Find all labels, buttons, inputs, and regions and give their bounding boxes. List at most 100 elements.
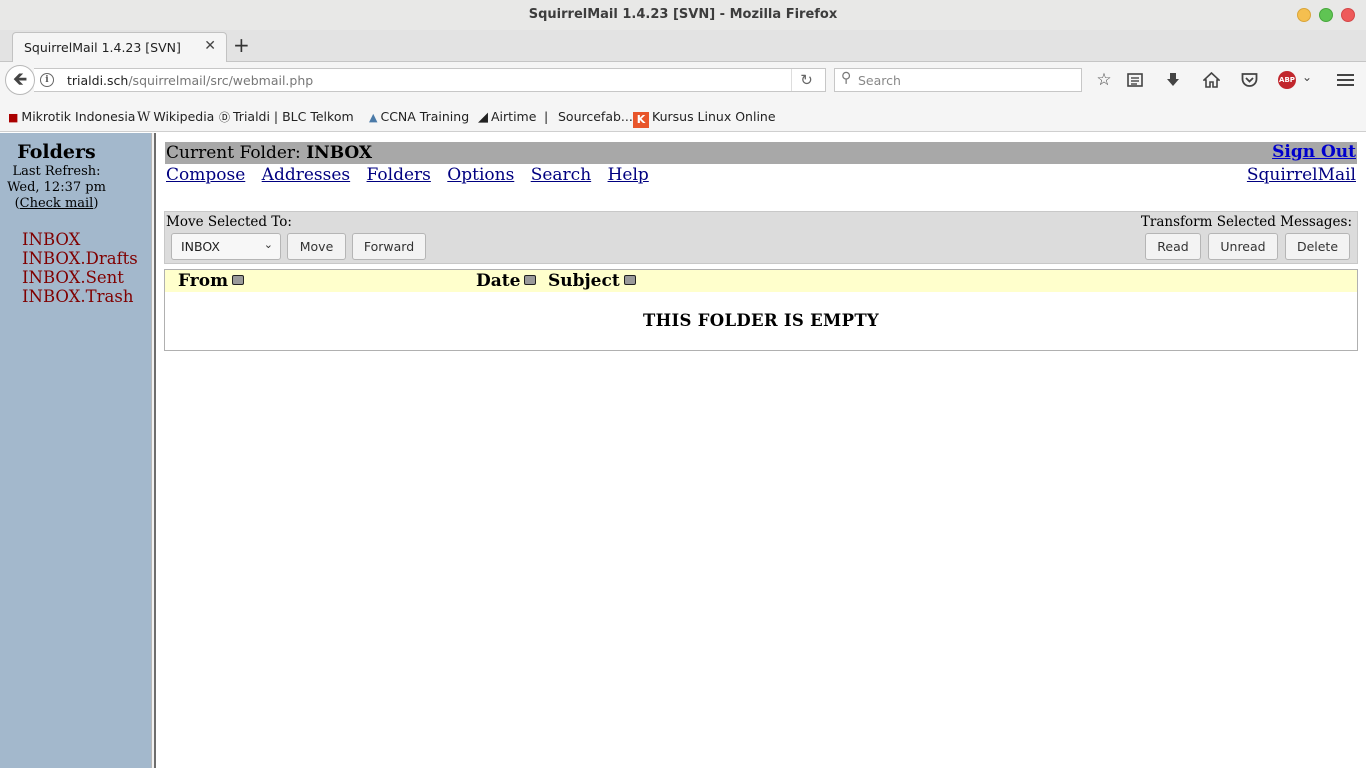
transform-selected-label: Transform Selected Messages: <box>1140 214 1352 230</box>
folder-drafts[interactable]: INBOX.Drafts <box>22 249 138 268</box>
bookmark-star-icon[interactable]: ☆ <box>1093 69 1115 91</box>
current-folder-bar: Current Folder: INBOX Sign Out <box>165 142 1357 164</box>
column-subject: Subject <box>548 271 636 291</box>
sort-icon[interactable] <box>524 275 537 285</box>
info-icon[interactable]: i <box>40 73 54 87</box>
options-link[interactable]: Options <box>447 165 514 185</box>
new-tab-button[interactable]: + <box>233 33 250 57</box>
move-selected-label: Move Selected To: <box>166 214 292 230</box>
folders-link[interactable]: Folders <box>367 165 431 185</box>
reading-list-icon[interactable] <box>1124 69 1146 91</box>
search-bar[interactable]: ⚲ <box>834 68 1082 92</box>
current-folder-name: INBOX <box>306 143 373 163</box>
url-text[interactable]: trialdi.sch/squirrelmail/src/webmail.php <box>67 73 313 88</box>
trialdi-icon: Ⓓ <box>219 111 230 124</box>
bookmarks-toolbar: ■ Mikrotik Indonesia W Wikipedia Ⓓ Trialdi … <box>0 98 1366 132</box>
pocket-icon[interactable] <box>1238 69 1260 91</box>
sort-icon[interactable] <box>232 275 245 285</box>
bookmark-ccna[interactable]: ▲ CCNA Training <box>369 109 469 124</box>
folder-list: INBOX INBOX.Drafts INBOX.Sent INBOX.Tras… <box>22 230 138 306</box>
bookmark-sourcefabric[interactable]: Sourcefab... <box>558 109 633 124</box>
url-bar[interactable]: i trialdi.sch/squirrelmail/src/webmail.p… <box>34 68 826 92</box>
back-arrow-icon: 🡸 <box>12 69 28 90</box>
maximize-button[interactable] <box>1319 8 1333 22</box>
tab-close-icon[interactable]: ✕ <box>204 38 216 54</box>
bookmark-label: Trialdi | BLC Telkom <box>233 109 354 124</box>
reload-icon[interactable]: ↻ <box>791 69 821 91</box>
tab-bar: SquirrelMail 1.4.23 [SVN] ✕ + <box>0 30 1366 63</box>
folder-sent[interactable]: INBOX.Sent <box>22 268 138 287</box>
check-mail-link[interactable]: Check mail <box>20 196 94 211</box>
download-icon[interactable] <box>1162 69 1184 91</box>
kursus-icon: K <box>633 112 649 128</box>
tab-squirrelmail[interactable]: SquirrelMail 1.4.23 [SVN] ✕ <box>12 32 227 63</box>
close-window-button[interactable] <box>1341 8 1355 22</box>
hamburger-menu-icon[interactable] <box>1334 69 1356 91</box>
addresses-link[interactable]: Addresses <box>262 165 350 185</box>
message-pane: Current Folder: INBOX Sign Out Compose A… <box>156 133 1366 768</box>
compose-link[interactable]: Compose <box>166 165 245 185</box>
paren-close: ) <box>93 196 99 211</box>
back-button[interactable]: 🡸 <box>5 65 35 95</box>
help-link[interactable]: Help <box>608 165 649 185</box>
unread-button[interactable]: Unread <box>1208 233 1278 260</box>
minimize-button[interactable] <box>1297 8 1311 22</box>
check-mail-container: (Check mail) <box>0 196 113 211</box>
last-refresh-label: Last Refresh: <box>12 164 101 179</box>
message-list: From Date Subject THIS FOLDER IS EMPTY <box>164 269 1358 351</box>
message-list-header: From Date Subject <box>165 270 1357 292</box>
column-label: Subject <box>548 271 620 291</box>
window-title: SquirrelMail 1.4.23 [SVN] - Mozilla Fire… <box>528 7 838 22</box>
search-link[interactable]: Search <box>531 165 591 185</box>
bookmark-trialdi[interactable]: Ⓓ Trialdi | BLC Telkom <box>219 109 354 125</box>
sort-icon[interactable] <box>623 275 636 285</box>
squirrelmail-home-link[interactable]: SquirrelMail <box>1247 165 1356 185</box>
folder-trash[interactable]: INBOX.Trash <box>22 287 138 306</box>
bookmark-label: Wikipedia <box>153 109 215 124</box>
chevron-down-icon: ⌄ <box>263 238 273 251</box>
bookmark-label: Kursus Linux Online <box>652 109 776 124</box>
bookmark-airtime[interactable]: ◢ Airtime <box>478 109 536 125</box>
forward-button[interactable]: Forward <box>352 233 426 260</box>
bookmark-separator: | <box>544 109 549 124</box>
read-button[interactable]: Read <box>1145 233 1201 260</box>
bookmark-wikipedia[interactable]: W Wikipedia <box>137 109 214 125</box>
current-folder: Current Folder: INBOX <box>166 143 372 163</box>
url-host: trialdi.sch <box>67 73 129 88</box>
search-icon: ⚲ <box>841 70 852 86</box>
move-target-select[interactable]: INBOX ⌄ <box>171 233 281 260</box>
sign-out-link[interactable]: Sign Out <box>1272 142 1356 162</box>
delete-button[interactable]: Delete <box>1285 233 1350 260</box>
main-navigation: Compose Addresses Folders Options Search… <box>166 165 660 185</box>
wikipedia-icon: W <box>137 110 151 125</box>
empty-folder-message: THIS FOLDER IS EMPTY <box>643 311 879 330</box>
search-input[interactable] <box>858 69 1078 91</box>
last-refresh-time: Wed, 12:37 pm <box>7 180 106 195</box>
column-label: From <box>178 271 229 291</box>
folder-pane: Folders Last Refresh: Wed, 12:37 pm (Che… <box>0 133 151 768</box>
column-label: Date <box>476 271 521 291</box>
move-button[interactable]: Move <box>287 233 346 260</box>
home-icon[interactable] <box>1200 69 1222 91</box>
window-titlebar: SquirrelMail 1.4.23 [SVN] - Mozilla Fire… <box>0 0 1366 30</box>
ccna-icon: ▲ <box>369 111 378 124</box>
airtime-icon: ◢ <box>478 110 488 125</box>
column-date: Date <box>476 271 537 291</box>
tab-title: SquirrelMail 1.4.23 [SVN] <box>24 40 181 55</box>
column-from: From <box>178 271 245 291</box>
url-path: /squirrelmail/src/webmail.php <box>128 73 314 88</box>
bookmark-label: CCNA Training <box>380 109 470 124</box>
adblock-plus-icon[interactable]: ABP <box>1278 71 1296 89</box>
navigation-bar: i trialdi.sch/squirrelmail/src/webmail.p… <box>0 62 1366 98</box>
current-folder-label: Current Folder: <box>166 143 301 163</box>
move-target-value: INBOX <box>181 239 220 254</box>
bookmark-label: Airtime <box>491 109 537 124</box>
bookmark-mikrotik[interactable]: ■ Mikrotik Indonesia <box>8 109 135 124</box>
folders-heading: Folders <box>17 141 96 163</box>
folder-inbox[interactable]: INBOX <box>22 230 138 249</box>
bookmark-label: Sourcefab... <box>558 109 633 124</box>
message-actions-bar: Move Selected To: Transform Selected Mes… <box>164 211 1358 264</box>
chevron-down-icon[interactable]: ⌄ <box>1302 70 1312 84</box>
bookmark-label: Mikrotik Indonesia <box>21 109 136 124</box>
bookmark-kursus-linux[interactable]: K Kursus Linux Online <box>633 109 776 128</box>
